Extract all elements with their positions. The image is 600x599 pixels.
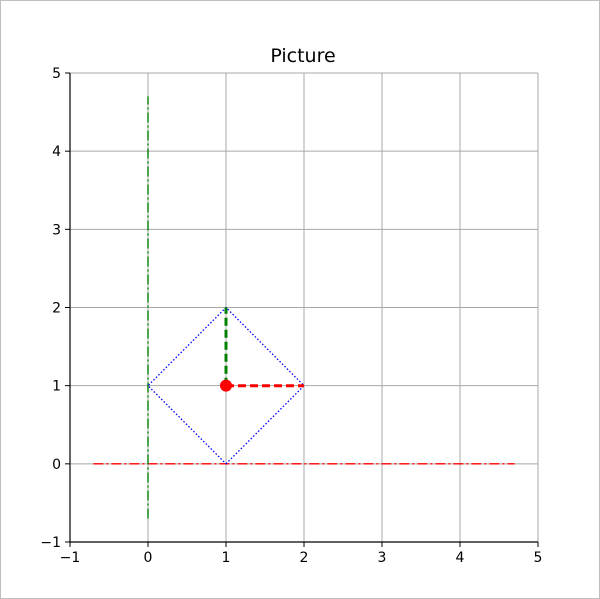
chart-title: Picture [270,45,335,67]
y-tick-label: −1 [40,535,61,551]
y-tick-label: 2 [52,301,61,317]
y-tick-label: 1 [52,379,61,395]
y-tick-label: 0 [52,457,61,473]
x-tick-label: 3 [378,550,387,566]
y-tick-label: 4 [52,144,61,160]
y-tick-label: 5 [52,66,61,82]
x-tick-label: −1 [60,550,81,566]
chart-figure: −1 0 1 2 3 4 5 −1 0 1 2 3 4 5 Picture [0,0,600,599]
x-tick-label: 1 [222,550,231,566]
x-tick-label: 4 [456,550,465,566]
plot-points [220,379,232,392]
x-tick-label: 0 [144,550,153,566]
data-point [220,379,232,392]
y-tick-label: 3 [52,222,61,238]
x-tick-label: 2 [300,550,309,566]
x-tick-label: 5 [534,550,543,566]
figure-border [0,0,600,599]
